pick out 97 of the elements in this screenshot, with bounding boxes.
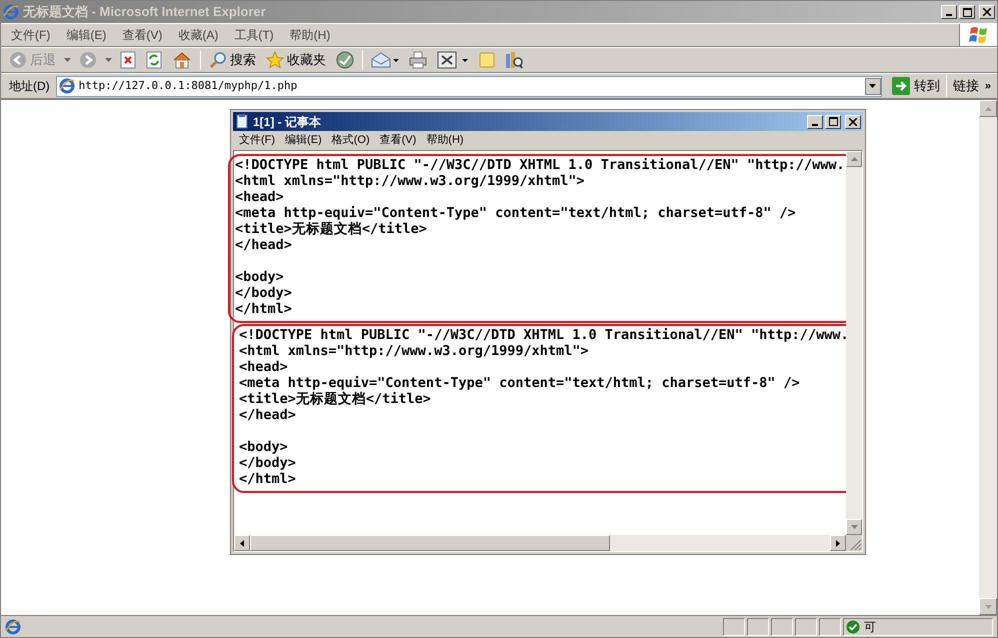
star-icon [266, 51, 284, 69]
scroll-down-button[interactable] [979, 598, 997, 615]
caret-icon [105, 58, 112, 62]
minimize-button[interactable] [807, 114, 823, 128]
refresh-icon [146, 51, 162, 69]
notepad-title: 1[1] - 记事本 [253, 114, 322, 130]
close-icon [849, 118, 857, 126]
status-panel [795, 618, 817, 636]
document-edit-icon [437, 51, 469, 69]
go-button[interactable]: 转到 [886, 75, 946, 97]
envelope-icon [371, 51, 399, 69]
chevron-button[interactable]: » [984, 78, 997, 94]
maximize-button[interactable] [825, 114, 841, 128]
scroll-down-button[interactable] [846, 519, 862, 535]
code-line: <meta http-equiv="Content-Type" content="text/html; charset=utf-8" /> [235, 205, 797, 221]
code-line: <!DOCTYPE html PUBLIC "-//W3C//DTD XHTML 1.0 Transitional//EN" "http://www. [239, 327, 850, 343]
caret-icon [64, 58, 71, 62]
status-panel [747, 618, 769, 636]
code-line: <head> [239, 359, 288, 375]
menu-item[interactable]: 帮助(H) [290, 26, 330, 44]
printer-icon [409, 51, 427, 69]
code-line: <html xmlns="http://www.w3.org/1999/xhtml"> [239, 343, 590, 359]
scroll-up-button[interactable] [979, 100, 997, 117]
links-button[interactable]: 链接 [946, 76, 985, 96]
note-icon [479, 51, 495, 69]
right-arrow-icon [836, 540, 840, 546]
favorites-button[interactable]: 收藏夹 [264, 49, 328, 71]
code-line: <!DOCTYPE html PUBLIC "-//W3C//DTD XHTML 1.0 Transitional//EN" "http://www. [235, 157, 846, 173]
refresh-button[interactable] [144, 49, 164, 71]
close-button[interactable] [845, 114, 861, 128]
address-field[interactable]: http://127.0.0.1:8081/myphp/1.php [56, 76, 882, 96]
notepad-menu-item[interactable]: 格式(O) [332, 132, 370, 149]
ie-logo-icon [3, 4, 19, 20]
scroll-thumb[interactable] [250, 535, 610, 551]
maximize-icon [962, 8, 972, 16]
minimize-icon [946, 14, 952, 16]
dropdown-button[interactable] [864, 78, 881, 94]
media-button[interactable] [334, 49, 356, 71]
code-line: <title>无标题文档</title> [239, 391, 432, 407]
menu-item[interactable]: 工具(T) [234, 26, 274, 44]
menu-item[interactable]: 文件(F) [11, 26, 50, 44]
code-line: <head> [235, 189, 284, 205]
stop-button[interactable] [118, 49, 138, 71]
minimize-button[interactable] [941, 5, 957, 19]
left-arrow-icon [240, 540, 244, 546]
close-button[interactable] [979, 5, 995, 19]
notepad-icon [235, 114, 249, 129]
code-line: </head> [235, 237, 293, 253]
scroll-right-button[interactable] [830, 535, 846, 551]
security-zone-text: 可 [864, 618, 876, 636]
code-line: <title>无标题文档</title> [235, 221, 428, 237]
code-line: <meta http-equiv="Content-Type" content="text/html; charset=utf-8" /> [239, 375, 801, 391]
stop-icon [120, 51, 136, 69]
menu-item[interactable]: 编辑(E) [66, 26, 106, 44]
window-title: 无标题文档 - Microsoft Internet Explorer [23, 3, 266, 22]
code-line: </head> [239, 407, 297, 423]
status-panel [723, 618, 745, 636]
up-arrow-icon [984, 106, 992, 110]
edit-button[interactable] [435, 49, 471, 71]
research-button[interactable] [503, 49, 525, 71]
code-line: <html xmlns="http://www.w3.org/1999/xhtml"> [235, 173, 586, 189]
books-magnifier-icon [505, 51, 523, 69]
scroll-up-button[interactable] [846, 151, 862, 167]
code-line: </html> [239, 471, 297, 487]
page-icon [58, 78, 75, 94]
page-scrollbar[interactable] [979, 100, 997, 615]
print-button[interactable] [407, 49, 429, 71]
code-line: </html> [235, 301, 293, 317]
code-line: </body> [239, 455, 297, 471]
maximize-icon [828, 117, 838, 126]
status-panel [819, 618, 841, 636]
caret-icon [869, 84, 876, 88]
up-arrow-icon [850, 157, 858, 161]
notepad-menu-item[interactable]: 编辑(E) [285, 132, 322, 149]
down-arrow-icon [850, 525, 858, 529]
scroll-left-button[interactable] [234, 535, 250, 551]
search-button[interactable]: 搜索 [207, 49, 258, 71]
code-line: <body> [235, 269, 285, 285]
menu-item[interactable]: 收藏(A) [178, 26, 218, 44]
maximize-button[interactable] [959, 5, 975, 19]
notepad-menu-item[interactable]: 帮助(H) [426, 132, 464, 149]
horizontal-scrollbar[interactable] [234, 535, 846, 551]
code-line: </body> [235, 285, 293, 301]
status-panel [771, 618, 793, 636]
house-icon [172, 51, 192, 69]
address-label: 地址(D) [9, 78, 50, 95]
code-line: <body> [239, 439, 289, 455]
check-circle-icon [846, 620, 860, 634]
down-arrow-icon [984, 604, 992, 608]
minimize-icon [812, 124, 818, 126]
menu-item[interactable]: 查看(V) [122, 26, 162, 44]
magnifier-icon [209, 51, 227, 69]
notepad-menu-item[interactable]: 文件(F) [239, 132, 276, 149]
notepad-menu-item[interactable]: 查看(V) [380, 132, 416, 149]
ie-page-icon [5, 618, 21, 634]
close-icon [983, 8, 991, 16]
vertical-scrollbar[interactable] [846, 151, 862, 535]
